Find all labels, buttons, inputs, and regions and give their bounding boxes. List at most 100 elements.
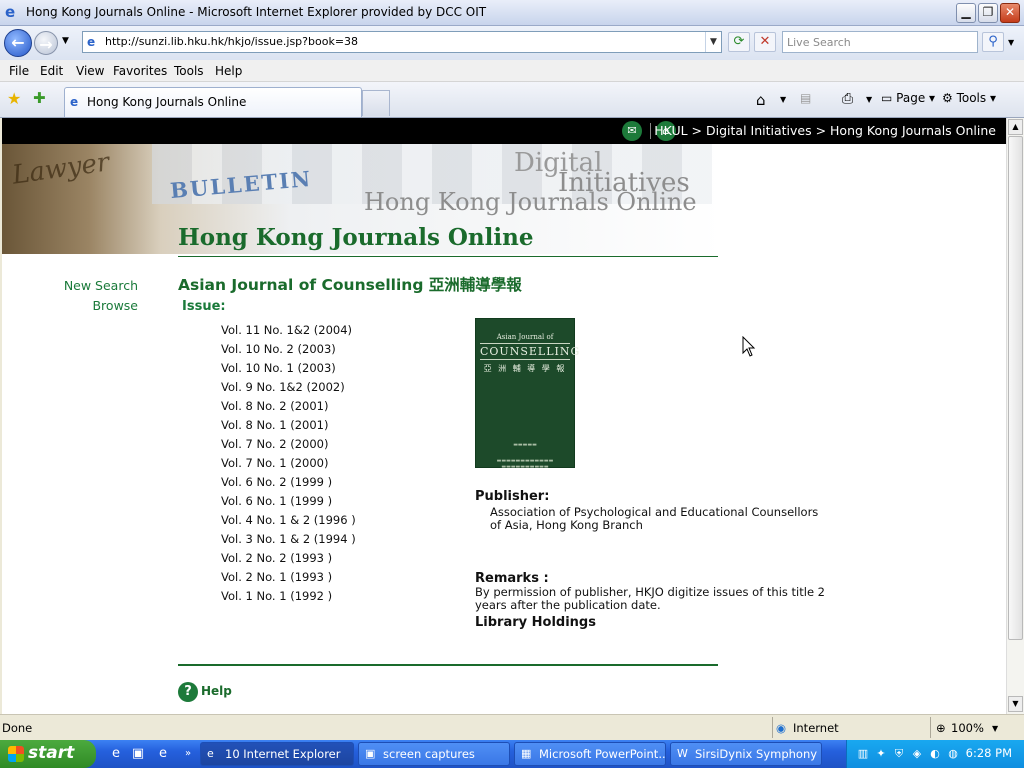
issue-link[interactable]: Vol. 8 No. 2 (2001) (221, 397, 461, 416)
task-sirsidynix[interactable]: W SirsiDynix Symphony ... (670, 742, 822, 766)
banner-hkjo: Hong Kong Journals Online (364, 188, 697, 216)
new-search-link[interactable]: New Search (42, 278, 138, 293)
issue-link[interactable]: Vol. 9 No. 1&2 (2002) (221, 378, 461, 397)
restore-button[interactable]: ❐ (978, 3, 998, 23)
mouse-cursor-icon (742, 336, 756, 357)
site-title: Hong Kong Journals Online (178, 224, 534, 251)
issue-link[interactable]: Vol. 10 No. 2 (2003) (221, 340, 461, 359)
search-options-icon[interactable]: ▼ (1008, 38, 1014, 47)
help-icon[interactable]: ? (178, 682, 198, 702)
quicklaunch-more-icon[interactable]: » (180, 746, 196, 762)
menu-file[interactable]: File (9, 64, 29, 78)
print-dropdown-icon[interactable]: ▼ (866, 95, 872, 104)
feeds-icon[interactable]: ▤ (800, 91, 811, 105)
menu-tools[interactable]: Tools (174, 64, 204, 78)
address-dropdown-icon[interactable]: ▼ (705, 32, 721, 52)
cover-top-text: Asian Journal of (496, 333, 554, 341)
issue-link[interactable]: Vol. 7 No. 1 (2000) (221, 454, 461, 473)
page-menu-label: Page (896, 91, 926, 105)
clock[interactable]: 6:28 PM (966, 746, 1012, 760)
tools-menu[interactable]: ⚙ Tools ▾ (942, 91, 996, 105)
zone-text: Internet (793, 721, 839, 735)
home-icon[interactable]: ⌂ (756, 91, 766, 109)
address-bar[interactable]: e http://sunzi.lib.hku.hk/hkjo/issue.jsp… (82, 31, 722, 53)
issue-link[interactable]: Vol. 7 No. 2 (2000) (221, 435, 461, 454)
scroll-up-arrow[interactable]: ▲ (1008, 119, 1023, 135)
issue-link[interactable]: Vol. 2 No. 1 (1993 ) (221, 568, 461, 587)
tray-network-icon[interactable]: ▥ (855, 746, 871, 762)
email-icon[interactable]: ✉ (622, 121, 642, 141)
powerpoint-icon: ▦ (521, 747, 532, 760)
stop-button[interactable]: ✕ (754, 32, 776, 52)
menu-edit[interactable]: Edit (40, 64, 63, 78)
task-powerpoint[interactable]: ▦ Microsoft PowerPoint... (514, 742, 666, 766)
task-label: 10 Internet Explorer (225, 747, 341, 761)
home-dropdown-icon[interactable]: ▼ (780, 95, 786, 104)
issue-link[interactable]: Vol. 11 No. 1&2 (2004) (221, 321, 461, 340)
task-screen-captures[interactable]: ▣ screen captures (358, 742, 510, 766)
window-title-bar[interactable]: e Hong Kong Journals Online - Microsoft … (0, 0, 1024, 26)
print-icon[interactable]: ⎙ (842, 91, 853, 107)
bottom-divider (178, 664, 718, 666)
browse-link[interactable]: Browse (42, 298, 138, 313)
menu-favorites[interactable]: Favorites (113, 64, 167, 78)
globe-icon: ◉ (776, 721, 787, 735)
menu-help[interactable]: Help (215, 64, 242, 78)
issue-link[interactable]: Vol. 3 No. 1 & 2 (1994 ) (221, 530, 461, 549)
tray-globe-icon[interactable]: ◍ (945, 746, 961, 762)
issue-link[interactable]: Vol. 2 No. 2 (1993 ) (221, 549, 461, 568)
tray-security-icon[interactable]: ◈ (909, 746, 925, 762)
tray-volume-icon[interactable]: ◐ (927, 746, 943, 762)
breadcrumb[interactable]: HKUL > Digital Initiatives > Hong Kong J… (654, 123, 996, 138)
tray-app-icon[interactable]: ✦ (873, 746, 889, 762)
issue-link[interactable]: Vol. 4 No. 1 & 2 (1996 ) (221, 511, 461, 530)
close-button[interactable]: ✕ (1000, 3, 1020, 23)
issue-link[interactable]: Vol. 6 No. 2 (1999 ) (221, 473, 461, 492)
word-icon: W (677, 747, 688, 760)
live-search-input[interactable]: Live Search (782, 31, 978, 53)
quicklaunch-folder-icon[interactable]: ▣ (130, 746, 146, 762)
task-internet-explorer[interactable]: e 10 Internet Explorer (200, 742, 354, 766)
refresh-button[interactable]: ⟳ (728, 32, 750, 52)
tab-bar: ★ ✚ e Hong Kong Journals Online ⌂ ▼ ▤ ⎙ … (0, 82, 1024, 118)
page-icon: e (70, 95, 79, 109)
quicklaunch-browser-icon[interactable]: e (155, 746, 171, 762)
zoom-icon: ⊕ (936, 721, 946, 735)
issue-link[interactable]: Vol. 6 No. 1 (1999 ) (221, 492, 461, 511)
folder-icon: ▣ (365, 747, 376, 760)
library-holdings-link[interactable]: Library Holdings (475, 615, 596, 630)
status-text: Done (2, 721, 33, 735)
start-button[interactable]: start (0, 740, 96, 768)
issue-link[interactable]: Vol. 10 No. 1 (2003) (221, 359, 461, 378)
journal-cover-image: Asian Journal of COUNSELLING 亞 洲 輔 導 學 報… (475, 318, 579, 470)
task-label: SirsiDynix Symphony ... (695, 747, 822, 761)
menu-bar: File Edit View Favorites Tools Help (0, 60, 1024, 82)
menu-view[interactable]: View (76, 64, 104, 78)
page-icon: e (87, 35, 96, 49)
back-button[interactable]: ← (4, 29, 32, 57)
zoom-level[interactable]: 100% (951, 721, 984, 735)
help-link[interactable]: Help (201, 684, 232, 698)
page-menu[interactable]: ▭ Page ▾ (881, 91, 935, 105)
tray-shield-icon[interactable]: ⛨ (891, 746, 907, 762)
zoom-dropdown-icon[interactable]: ▼ (992, 724, 998, 733)
scroll-down-arrow[interactable]: ▼ (1008, 696, 1023, 712)
forward-button[interactable]: → (34, 31, 58, 55)
minimize-button[interactable]: ▁ (956, 3, 976, 23)
add-favorite-icon[interactable]: ✚ (33, 89, 46, 107)
new-tab-button[interactable] (362, 90, 390, 116)
vertical-scrollbar[interactable]: ▲ ▼ (1006, 118, 1024, 714)
scroll-thumb[interactable] (1008, 136, 1023, 640)
issue-link[interactable]: Vol. 1 No. 1 (1992 ) (221, 587, 461, 606)
search-button[interactable]: ⚲ (982, 32, 1004, 52)
status-separator (772, 717, 773, 738)
windows-flag-icon (8, 746, 24, 762)
quicklaunch-ie-icon[interactable]: e (108, 746, 124, 762)
title-divider (178, 256, 718, 257)
cover-chinese-text: 亞 洲 輔 導 學 報 (483, 364, 567, 373)
issue-link[interactable]: Vol. 8 No. 1 (2001) (221, 416, 461, 435)
history-dropdown-icon[interactable]: ▼ (62, 36, 69, 46)
favorites-star-icon[interactable]: ★ (7, 89, 21, 108)
tab-hong-kong-journals-online[interactable]: e Hong Kong Journals Online (64, 87, 362, 117)
status-separator (930, 717, 931, 738)
